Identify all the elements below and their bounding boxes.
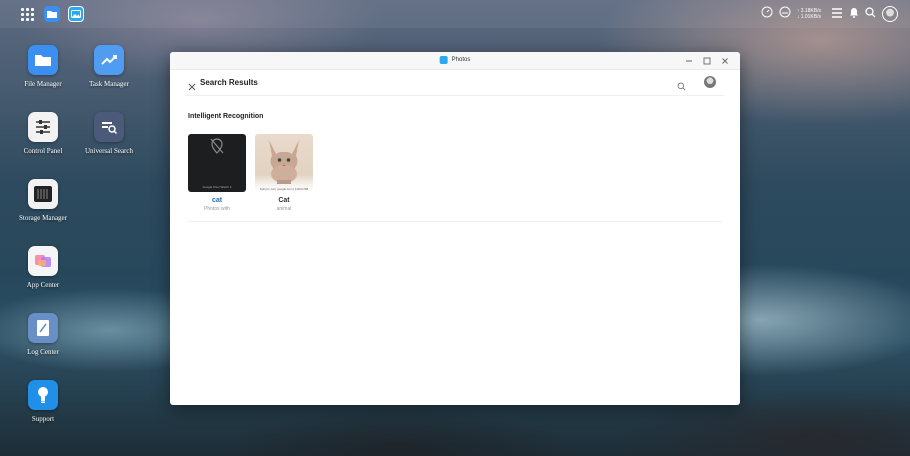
thumbnail-caption: Sphynx cat | google.com | 1024x768: [259, 187, 309, 191]
desktop-icon-log-center[interactable]: Log Center: [12, 313, 74, 356]
top-bar: ↑ 3.18KB/s ↓ 1.01KB/s: [0, 0, 910, 28]
cat-image: [269, 140, 299, 184]
folder-icon: [28, 45, 58, 75]
window-controls: [684, 55, 730, 67]
result-name: Cat: [278, 197, 290, 204]
location-off-icon: [210, 138, 224, 154]
network-speed: ↑ 3.18KB/s ↓ 1.01KB/s: [797, 8, 821, 20]
results-list: Google Pixel Watch 2 cat Photos with Sph…: [188, 134, 313, 212]
sliders-icon: [28, 112, 58, 142]
task-list-icon[interactable]: [831, 5, 843, 23]
top-bar-left: [18, 5, 84, 23]
search-icon: [94, 112, 124, 142]
download-speed: ↓ 1.01KB/s: [796, 14, 821, 20]
app-grid-icon[interactable]: [18, 5, 36, 23]
top-bar-right: ↑ 3.18KB/s ↓ 1.01KB/s: [761, 5, 898, 23]
result-thumbnail[interactable]: Google Pixel Watch 2: [188, 134, 246, 192]
network-monitor-icon[interactable]: [779, 5, 791, 23]
desktop-icon-universal-search[interactable]: Universal Search: [78, 112, 140, 155]
search-results-header: Search Results: [186, 70, 724, 96]
close-icon[interactable]: [720, 55, 730, 67]
desktop-icon-control-panel[interactable]: Control Panel: [12, 112, 74, 155]
desktop-icon-label: Control Panel: [23, 147, 63, 155]
desktop-icon-task-manager[interactable]: Task Manager: [78, 45, 140, 88]
divider: [188, 221, 722, 222]
notification-bell-icon[interactable]: [849, 5, 859, 23]
taskbar-file-manager-icon[interactable]: [44, 6, 60, 22]
desktop-icon-label: File Manager: [24, 80, 62, 88]
desktop-icon-label: Log Center: [27, 348, 59, 356]
desktop-icon-app-center[interactable]: App Center: [12, 246, 74, 289]
photos-window: Photos Search Results Intelligent Recogn…: [170, 52, 740, 405]
result-item[interactable]: Google Pixel Watch 2 cat Photos with: [188, 134, 246, 212]
minimize-icon[interactable]: [684, 55, 694, 67]
desktop-icon-file-manager[interactable]: File Manager: [12, 45, 74, 88]
chart-icon: [94, 45, 124, 75]
window-title: Photos: [439, 56, 471, 64]
close-search-icon[interactable]: [188, 78, 198, 91]
resource-monitor-icon[interactable]: [761, 5, 773, 23]
thumbnail-caption: Google Pixel Watch 2: [202, 185, 232, 189]
result-thumbnail[interactable]: Sphynx cat | google.com | 1024x768: [255, 134, 313, 192]
user-avatar[interactable]: [882, 6, 898, 22]
section-title: Intelligent Recognition: [188, 113, 264, 120]
lightbulb-icon: [28, 380, 58, 410]
maximize-icon[interactable]: [702, 55, 712, 67]
search-icon[interactable]: [677, 78, 686, 96]
search-icon[interactable]: [865, 5, 876, 23]
desktop-icon-label: App Center: [26, 281, 60, 289]
storage-icon: [28, 179, 58, 209]
window-title-text: Photos: [451, 57, 471, 63]
log-icon: [28, 313, 58, 343]
desktop-icon-label: Support: [31, 415, 55, 423]
desktop-icon-label: Storage Manager: [18, 214, 67, 222]
page-title: Search Results: [200, 78, 258, 87]
desktop-icon-label: Universal Search: [84, 147, 133, 155]
user-avatar[interactable]: [704, 76, 716, 88]
app-center-icon: [28, 246, 58, 276]
result-subtitle: animal: [276, 206, 292, 212]
desktop-icon-support[interactable]: Support: [12, 380, 74, 423]
taskbar-photos-icon[interactable]: [68, 6, 84, 22]
desktop-icon-label: Task Manager: [89, 80, 129, 88]
photos-app-icon: [439, 56, 448, 64]
desktop-icon-storage-manager[interactable]: Storage Manager: [12, 179, 74, 222]
result-name: cat: [211, 197, 223, 204]
window-titlebar[interactable]: Photos: [170, 52, 740, 70]
result-item[interactable]: Sphynx cat | google.com | 1024x768 Cat a…: [255, 134, 313, 212]
result-subtitle: Photos with: [204, 206, 230, 212]
